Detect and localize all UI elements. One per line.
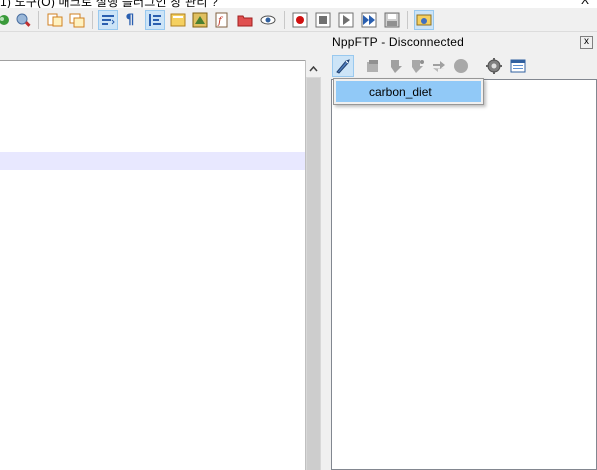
vertical-scrollbar[interactable] <box>305 60 321 470</box>
word-wrap-icon[interactable] <box>98 10 118 30</box>
download-to-icon[interactable] <box>406 55 428 77</box>
tab-strip <box>0 33 320 60</box>
macro-record-icon[interactable] <box>290 10 310 30</box>
zoom-icon[interactable] <box>13 10 33 30</box>
profile-menu-item[interactable]: carbon_diet <box>336 81 481 102</box>
nppftp-show-icon[interactable] <box>414 10 434 30</box>
folder-workspace-icon[interactable] <box>235 10 255 30</box>
settings-gear-icon[interactable] <box>483 55 505 77</box>
macro-stop-icon[interactable] <box>313 10 333 30</box>
main-toolbar: ¶ f <box>0 8 597 32</box>
sync-vertical-icon[interactable] <box>45 10 65 30</box>
menu-bar: 1) 도구(O) 매크로 실행 플러그인 창 관리 ? X <box>0 0 597 8</box>
menu-items[interactable]: 1) 도구(O) 매크로 실행 플러그인 창 관리 ? <box>0 0 218 8</box>
macro-save-icon[interactable] <box>382 10 402 30</box>
scroll-up-arrow-icon[interactable] <box>306 60 321 77</box>
doc-map-icon[interactable] <box>190 10 210 30</box>
window-close-button[interactable]: X <box>581 0 589 7</box>
user-language-icon[interactable] <box>168 10 188 30</box>
editor-area[interactable] <box>0 60 305 470</box>
profile-menu-item-label: carbon_diet <box>369 85 432 99</box>
nppftp-title: NppFTP - Disconnected <box>332 35 465 49</box>
function-list-icon[interactable]: f <box>212 10 232 30</box>
upload-icon[interactable] <box>384 55 406 77</box>
nppftp-file-tree[interactable] <box>331 79 597 470</box>
monitoring-eye-icon[interactable] <box>258 10 278 30</box>
refresh-icon[interactable] <box>428 55 450 77</box>
scrollbar-thumb[interactable] <box>307 78 320 470</box>
abort-icon[interactable] <box>450 55 472 77</box>
panel-splitter[interactable] <box>321 33 328 470</box>
replace-icon[interactable] <box>0 10 14 30</box>
sync-horizontal-icon[interactable] <box>67 10 87 30</box>
download-icon[interactable] <box>362 55 384 77</box>
nppftp-close-button[interactable]: x <box>580 36 593 49</box>
nppftp-titlebar: NppFTP - Disconnected x <box>330 34 597 51</box>
nppftp-toolbar <box>330 53 597 79</box>
message-window-icon[interactable] <box>507 55 529 77</box>
macro-play-icon[interactable] <box>336 10 356 30</box>
profile-dropdown-menu: carbon_diet <box>333 78 484 105</box>
macro-run-multiple-icon[interactable] <box>359 10 379 30</box>
connect-icon[interactable] <box>332 55 354 77</box>
show-all-chars-icon[interactable]: ¶ <box>120 10 140 30</box>
current-line-highlight <box>0 152 305 170</box>
indent-guide-icon[interactable] <box>145 10 165 30</box>
